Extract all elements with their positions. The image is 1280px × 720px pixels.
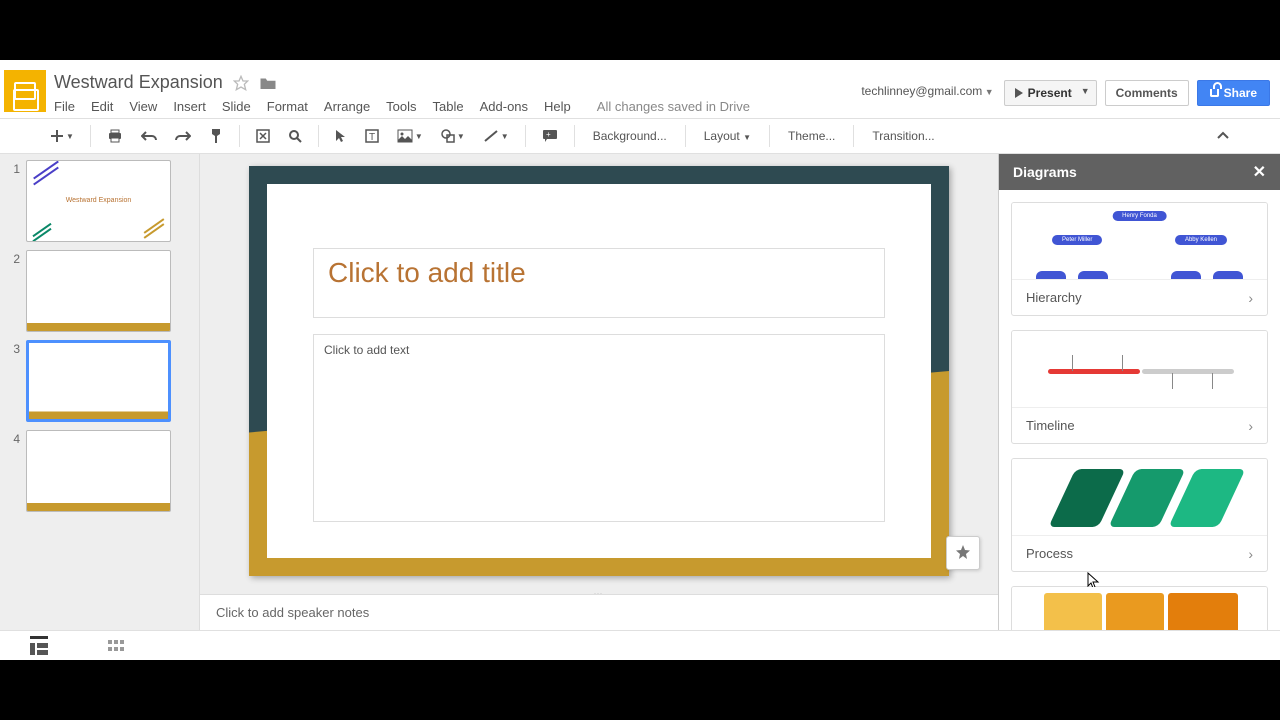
thumb-number: 4: [8, 430, 20, 512]
chevron-right-icon: ›: [1248, 290, 1253, 306]
thumbnail-slide-4[interactable]: [26, 430, 171, 512]
print-button[interactable]: [101, 125, 129, 147]
title-placeholder-text: Click to add title: [328, 257, 870, 289]
header: Westward Expansion File Edit View Insert…: [0, 60, 1280, 118]
title-placeholder[interactable]: Click to add title: [313, 248, 885, 318]
panel-title: Diagrams: [1013, 164, 1077, 180]
panel-body[interactable]: Henry Fonda Peter Miller Abby Kellen Hie…: [999, 190, 1280, 630]
menu-addons[interactable]: Add-ons: [480, 99, 528, 114]
lock-icon: [1210, 89, 1219, 97]
shape-tool[interactable]: ▼: [435, 125, 471, 147]
process-label: Process: [1026, 546, 1073, 561]
theme-button[interactable]: Theme...: [780, 125, 843, 147]
filmstrip-view-button[interactable]: [30, 636, 48, 655]
zoom-button[interactable]: [282, 125, 308, 147]
layout-button[interactable]: Layout ▼: [696, 125, 759, 147]
line-tool[interactable]: ▼: [477, 125, 515, 147]
present-dropdown[interactable]: ▼: [1075, 80, 1097, 106]
svg-text:+: +: [546, 130, 551, 139]
diagram-card-timeline[interactable]: Timeline ›: [1011, 330, 1268, 444]
timeline-preview: [1012, 331, 1267, 407]
svg-text:T: T: [369, 132, 375, 143]
textbox-tool[interactable]: T: [359, 125, 385, 147]
thumbnail-slide-2[interactable]: [26, 250, 171, 332]
present-button[interactable]: Present: [1004, 80, 1083, 106]
close-icon[interactable]: ✕: [1253, 162, 1266, 182]
app-logo[interactable]: [4, 70, 46, 112]
menu-tools[interactable]: Tools: [386, 99, 416, 114]
diagram-card-process[interactable]: Process ›: [1011, 458, 1268, 572]
menu-insert[interactable]: Insert: [173, 99, 206, 114]
thumb-number: 3: [8, 340, 20, 422]
menu-help[interactable]: Help: [544, 99, 571, 114]
grid-view-button[interactable]: [108, 640, 124, 652]
slide[interactable]: Click to add title Click to add text: [249, 166, 949, 576]
save-status: All changes saved in Drive: [597, 99, 750, 114]
panel-header: Diagrams ✕: [999, 154, 1280, 190]
footer: [0, 630, 1280, 660]
transition-button[interactable]: Transition...: [864, 125, 942, 147]
undo-button[interactable]: [135, 126, 163, 146]
diagram-card-hierarchy[interactable]: Henry Fonda Peter Miller Abby Kellen Hie…: [1011, 202, 1268, 316]
menu-format[interactable]: Format: [267, 99, 308, 114]
thumb-number: 1: [8, 160, 20, 242]
app-frame: Westward Expansion File Edit View Insert…: [0, 60, 1280, 660]
select-tool[interactable]: [329, 125, 353, 147]
menu-bar: File Edit View Insert Slide Format Arran…: [54, 93, 861, 114]
thumb-number: 2: [8, 250, 20, 332]
slide-thumbnails[interactable]: 1 Westward Expansion: [0, 154, 200, 630]
chevron-right-icon: ›: [1248, 418, 1253, 434]
explore-button[interactable]: [946, 536, 980, 570]
diagram-card-relationship[interactable]: Relationship›: [1011, 586, 1268, 630]
background-button[interactable]: Background...: [585, 125, 675, 147]
redo-button[interactable]: [169, 126, 197, 146]
relationship-preview: [1012, 587, 1267, 630]
hierarchy-preview: Henry Fonda Peter Miller Abby Kellen: [1012, 203, 1267, 279]
body-placeholder-text: Click to add text: [324, 343, 874, 357]
thumbnail-slide-3[interactable]: [26, 340, 171, 422]
process-preview: [1012, 459, 1267, 535]
star-icon[interactable]: [233, 75, 249, 91]
menu-arrange[interactable]: Arrange: [324, 99, 370, 114]
menu-slide[interactable]: Slide: [222, 99, 251, 114]
zoom-fit-button[interactable]: [250, 125, 276, 147]
document-title[interactable]: Westward Expansion: [54, 72, 223, 93]
image-tool[interactable]: ▼: [391, 125, 429, 147]
menu-file[interactable]: File: [54, 99, 75, 114]
account-email[interactable]: techlinney@gmail.com: [861, 84, 993, 98]
canvas-area: Click to add title Click to add text ⋯ C…: [200, 154, 998, 630]
thumbnail-slide-1[interactable]: Westward Expansion: [26, 160, 171, 242]
play-icon: [1015, 88, 1023, 98]
menu-table[interactable]: Table: [433, 99, 464, 114]
hierarchy-label: Hierarchy: [1026, 290, 1082, 305]
chevron-right-icon: ›: [1248, 546, 1253, 562]
comments-button[interactable]: Comments: [1105, 80, 1189, 106]
body-placeholder[interactable]: Click to add text: [313, 334, 885, 522]
toolbar: ▼ T ▼ ▼ ▼ + Background... Layout ▼ Theme…: [0, 118, 1280, 154]
timeline-label: Timeline: [1026, 418, 1075, 433]
thumb1-title: Westward Expansion: [27, 197, 170, 204]
speaker-notes[interactable]: Click to add speaker notes: [200, 594, 998, 630]
diagrams-panel: Diagrams ✕ Henry Fonda Peter Miller Abby…: [998, 154, 1280, 630]
menu-edit[interactable]: Edit: [91, 99, 113, 114]
comment-button[interactable]: +: [536, 125, 564, 147]
speaker-notes-placeholder: Click to add speaker notes: [216, 605, 369, 620]
collapse-toolbar-button[interactable]: [1210, 127, 1236, 145]
main-area: 1 Westward Expansion: [0, 154, 1280, 630]
paint-format-button[interactable]: [203, 124, 229, 148]
slide-canvas[interactable]: Click to add title Click to add text: [200, 154, 998, 588]
new-slide-button[interactable]: ▼: [44, 125, 80, 147]
menu-view[interactable]: View: [129, 99, 157, 114]
share-button[interactable]: Share: [1197, 80, 1270, 106]
folder-icon[interactable]: [259, 75, 277, 91]
